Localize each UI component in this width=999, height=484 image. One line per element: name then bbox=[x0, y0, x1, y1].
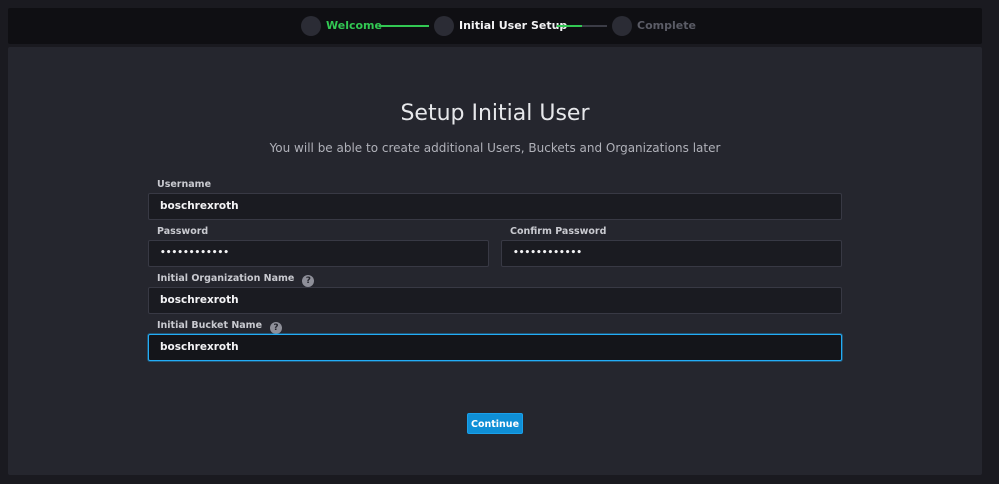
page-subtitle: You will be able to create additional Us… bbox=[269, 141, 721, 155]
step-welcome-label: Welcome bbox=[326, 19, 382, 32]
org-name-input[interactable]: boschrexroth bbox=[148, 287, 842, 314]
step-connector-1 bbox=[379, 25, 429, 27]
setup-panel: Setup Initial User You will be able to c… bbox=[8, 47, 982, 475]
step-user-setup-label: Initial User Setup bbox=[459, 19, 568, 32]
username-label: Username bbox=[157, 179, 212, 190]
bucket-name-label: Initial Bucket Name bbox=[157, 320, 263, 331]
setup-stepper: Welcome Initial User Setup Complete bbox=[8, 8, 982, 44]
bucket-name-label-row: Initial Bucket Name? bbox=[157, 320, 283, 334]
confirm-password-label: Confirm Password bbox=[510, 226, 607, 237]
page-title: Setup Initial User bbox=[400, 101, 590, 126]
step-complete-indicator bbox=[612, 16, 632, 36]
step-user-setup-indicator bbox=[434, 16, 454, 36]
question-icon[interactable]: ? bbox=[270, 322, 283, 334]
step-connector-2 bbox=[557, 25, 607, 27]
question-icon[interactable]: ? bbox=[302, 275, 315, 287]
bucket-name-input[interactable]: boschrexroth bbox=[148, 334, 842, 361]
step-welcome-indicator bbox=[301, 16, 321, 36]
step-complete-label: Complete bbox=[637, 19, 696, 32]
username-input[interactable]: boschrexroth bbox=[148, 193, 842, 220]
confirm-password-input[interactable]: •••••••••••• bbox=[501, 240, 842, 267]
org-name-label: Initial Organization Name bbox=[157, 273, 295, 284]
continue-button[interactable]: Continue bbox=[467, 413, 523, 434]
password-label: Password bbox=[157, 226, 209, 237]
org-name-label-row: Initial Organization Name? bbox=[157, 273, 315, 287]
password-input[interactable]: •••••••••••• bbox=[148, 240, 489, 267]
